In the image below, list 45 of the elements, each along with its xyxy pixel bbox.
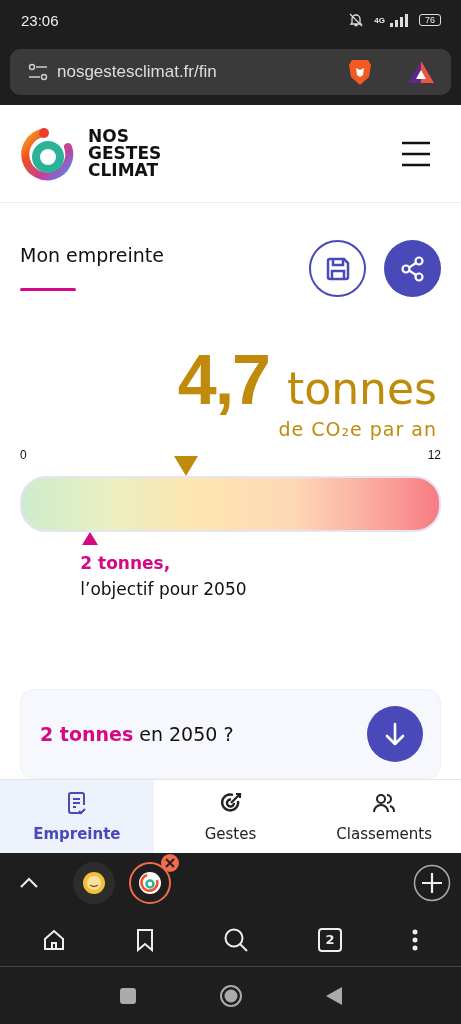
section-title: Mon empreinte: [20, 244, 164, 266]
active-browser-tab[interactable]: [129, 862, 171, 904]
scale-min-label: 0: [20, 448, 27, 462]
home-icon[interactable]: [42, 927, 67, 952]
goal-question: 2 tonnes en 2050 ?: [40, 723, 234, 745]
triangle-icon[interactable]: [407, 59, 435, 85]
goal-card[interactable]: 2 tonnes en 2050 ?: [20, 689, 441, 779]
goal-subtitle: l’objectif pour 2050: [80, 579, 248, 599]
close-icon[interactable]: [161, 854, 179, 872]
network-label: 4G: [374, 15, 385, 25]
address-bar[interactable]: nosgestesclimat.fr/fin: [10, 49, 451, 95]
url-text: nosgestesclimat.fr/fin: [57, 62, 218, 82]
logo-text: GESTES: [88, 145, 162, 162]
share-button[interactable]: [384, 240, 441, 297]
menu-icon[interactable]: [401, 140, 431, 167]
logo-text: NOS: [88, 128, 130, 145]
home-button-icon[interactable]: [218, 983, 243, 1008]
nav-tab[interactable]: Empreinte: [0, 780, 154, 853]
browser-tab[interactable]: [73, 862, 115, 904]
document-check-icon: [65, 790, 88, 815]
signal-icon: [389, 13, 409, 27]
recents-icon[interactable]: [118, 986, 137, 1005]
site-settings-icon[interactable]: [28, 63, 48, 81]
scale-max-label: 12: [427, 448, 441, 462]
goal-title: 2 tonnes,: [80, 553, 172, 573]
footprint-value: 4,7: [177, 342, 270, 418]
smiley-icon: [82, 871, 106, 895]
battery-indicator: 76: [419, 14, 441, 26]
bookmark-icon[interactable]: [134, 927, 155, 952]
lion-shield-icon[interactable]: [348, 58, 372, 86]
footprint-caption: de CO₂e par an: [278, 418, 437, 440]
new-tab-icon[interactable]: [413, 864, 451, 902]
more-options-icon[interactable]: [410, 927, 419, 952]
search-icon[interactable]: [223, 926, 250, 953]
target-icon: [218, 790, 243, 815]
footprint-unit: tonnes: [287, 363, 437, 414]
tab-count-button[interactable]: 2: [318, 927, 343, 952]
bell-off-icon: [348, 12, 365, 28]
save-button[interactable]: [309, 240, 366, 297]
status-time: 23:06: [21, 11, 59, 29]
scroll-down-button[interactable]: [367, 706, 423, 762]
back-icon[interactable]: [324, 985, 343, 1006]
logo-text: CLIMAT: [88, 162, 159, 179]
chevron-up-icon[interactable]: [19, 877, 39, 889]
site-logo-icon: [138, 871, 162, 895]
